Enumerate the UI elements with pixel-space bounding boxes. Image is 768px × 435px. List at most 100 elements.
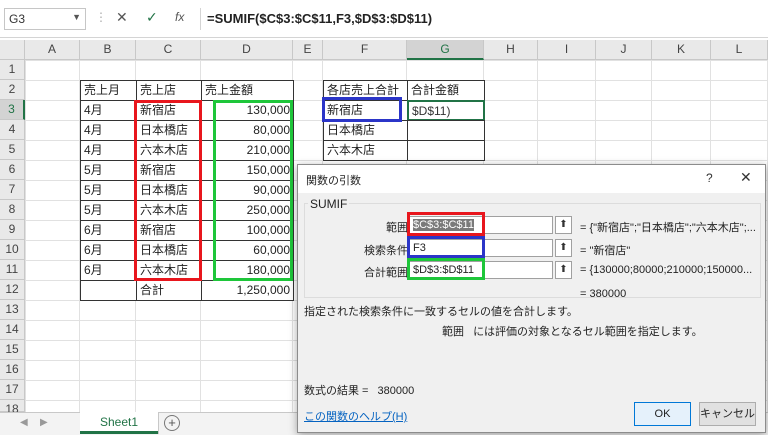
row-header-14[interactable]: 14 (0, 320, 25, 340)
arg-label-range: 範囲 (386, 222, 408, 234)
table-cell[interactable]: 日本橋店 (136, 240, 202, 261)
table-cell[interactable]: 60,000 (201, 240, 294, 261)
criteria-input[interactable]: F3 (409, 239, 553, 257)
row-header-2[interactable]: 2 (0, 80, 25, 100)
table-cell[interactable]: 5月 (80, 200, 137, 221)
table-cell[interactable]: 130,000 (201, 100, 294, 121)
table-cell[interactable]: 6月 (80, 240, 137, 261)
store-cell[interactable]: 新宿店 (323, 100, 408, 121)
row-header-6[interactable]: 6 (0, 160, 25, 180)
table-header[interactable]: 合計金額 (407, 80, 485, 101)
table-cell[interactable]: 5月 (80, 160, 137, 181)
close-icon[interactable]: ✕ (740, 169, 752, 186)
row-header-9[interactable]: 9 (0, 220, 25, 240)
active-cell-g3[interactable]: $D$11) (407, 100, 485, 121)
function-name: SUMIF (308, 197, 350, 211)
column-header-g[interactable]: G (407, 40, 484, 60)
column-header-j[interactable]: J (596, 40, 652, 60)
select-all-corner[interactable] (0, 40, 25, 60)
sheet-tab-sheet1[interactable]: Sheet1 (80, 412, 158, 434)
column-header-h[interactable]: H (484, 40, 538, 60)
store-cell[interactable]: 日本橋店 (323, 120, 408, 141)
table-header[interactable]: 売上店 (136, 80, 202, 101)
collapse-sum-range-icon[interactable]: ⬆ (555, 261, 572, 279)
table-cell[interactable] (80, 280, 137, 301)
dialog-titlebar: 関数の引数 ? ✕ (298, 165, 765, 193)
cancel-entry-icon[interactable]: ✕ (116, 9, 128, 26)
total-value[interactable]: 1,250,000 (201, 280, 294, 301)
table-cell[interactable]: 6月 (80, 220, 137, 241)
collapse-range-icon[interactable]: ⬆ (555, 216, 572, 234)
formula-input[interactable]: =SUMIF($C$3:$C$11,F3,$D$3:$D$11) (200, 8, 766, 30)
help-icon[interactable]: ? (706, 171, 713, 185)
name-box-value: G3 (9, 12, 26, 26)
sum-range-input[interactable]: $D$3:$D$11 (409, 261, 553, 279)
collapse-criteria-icon[interactable]: ⬆ (555, 239, 572, 257)
table-cell[interactable]: 六本木店 (136, 260, 202, 281)
table-header[interactable]: 売上金額 (201, 80, 294, 101)
row-header-12[interactable]: 12 (0, 280, 25, 300)
table-cell[interactable]: 6月 (80, 260, 137, 281)
store-cell[interactable]: 六本木店 (323, 140, 408, 161)
insert-function-icon[interactable]: fx (175, 10, 184, 24)
table-cell[interactable]: 六本木店 (136, 140, 202, 161)
row-header-11[interactable]: 11 (0, 260, 25, 280)
table-cell[interactable]: 日本橋店 (136, 120, 202, 141)
row-header-17[interactable]: 17 (0, 380, 25, 400)
name-box[interactable]: G3 ▼ (4, 8, 86, 30)
row-header-13[interactable]: 13 (0, 300, 25, 320)
row-header-16[interactable]: 16 (0, 360, 25, 380)
table-cell[interactable]: 4月 (80, 120, 137, 141)
function-total: = 380000 (580, 288, 627, 300)
table-cell[interactable]: 新宿店 (136, 220, 202, 241)
row-header-5[interactable]: 5 (0, 140, 25, 160)
row-header-1[interactable]: 1 (0, 60, 25, 80)
table-header[interactable]: 売上月 (80, 80, 137, 101)
column-header-l[interactable]: L (711, 40, 768, 60)
next-sheet-icon[interactable]: ▶ (40, 417, 48, 428)
column-header-b[interactable]: B (80, 40, 136, 60)
ok-button[interactable]: OK (634, 402, 691, 426)
row-header-3[interactable]: 3 (0, 100, 25, 120)
column-header-f[interactable]: F (323, 40, 407, 60)
table-cell[interactable]: 210,000 (201, 140, 294, 161)
prev-sheet-icon[interactable]: ◀ (20, 417, 28, 428)
row-header-15[interactable]: 15 (0, 340, 25, 360)
function-help-link[interactable]: この関数のヘルプ(H) (304, 408, 407, 424)
table-header[interactable]: 各店売上合計 (323, 80, 408, 101)
table-cell[interactable]: 新宿店 (136, 160, 202, 181)
row-header-10[interactable]: 10 (0, 240, 25, 260)
table-cell[interactable]: 4月 (80, 100, 137, 121)
row-header-7[interactable]: 7 (0, 180, 25, 200)
table-cell[interactable]: 150,000 (201, 160, 294, 181)
column-header-a[interactable]: A (25, 40, 80, 60)
table-cell[interactable]: 250,000 (201, 200, 294, 221)
table-cell[interactable]: 90,000 (201, 180, 294, 201)
add-sheet-icon[interactable]: + (164, 415, 180, 431)
total-amount-cell[interactable] (407, 120, 485, 141)
total-label[interactable]: 合計 (136, 280, 202, 301)
argument-help: 範囲 には評価の対象となるセル範囲を指定します。 (442, 323, 703, 339)
table-cell[interactable]: 新宿店 (136, 100, 202, 121)
row-header-18[interactable]: 18 (0, 400, 25, 416)
column-header-i[interactable]: I (538, 40, 596, 60)
column-header-d[interactable]: D (201, 40, 293, 60)
column-header-k[interactable]: K (652, 40, 711, 60)
table-cell[interactable]: 180,000 (201, 260, 294, 281)
table-cell[interactable]: 六本木店 (136, 200, 202, 221)
row-header-4[interactable]: 4 (0, 120, 25, 140)
range-input[interactable]: $C$3:$C$11 (409, 216, 553, 234)
table-cell[interactable]: 5月 (80, 180, 137, 201)
total-amount-cell[interactable] (407, 140, 485, 161)
chevron-down-icon[interactable]: ▼ (72, 12, 81, 22)
argument-help-text: には評価の対象となるセル範囲を指定します。 (473, 326, 703, 338)
column-header-e[interactable]: E (293, 40, 323, 60)
table-cell[interactable]: 日本橋店 (136, 180, 202, 201)
column-header-c[interactable]: C (136, 40, 201, 60)
table-cell[interactable]: 100,000 (201, 220, 294, 241)
row-header-8[interactable]: 8 (0, 200, 25, 220)
cancel-button[interactable]: キャンセル (699, 402, 756, 426)
enter-entry-icon[interactable]: ✓ (146, 9, 158, 26)
table-cell[interactable]: 80,000 (201, 120, 294, 141)
table-cell[interactable]: 4月 (80, 140, 137, 161)
